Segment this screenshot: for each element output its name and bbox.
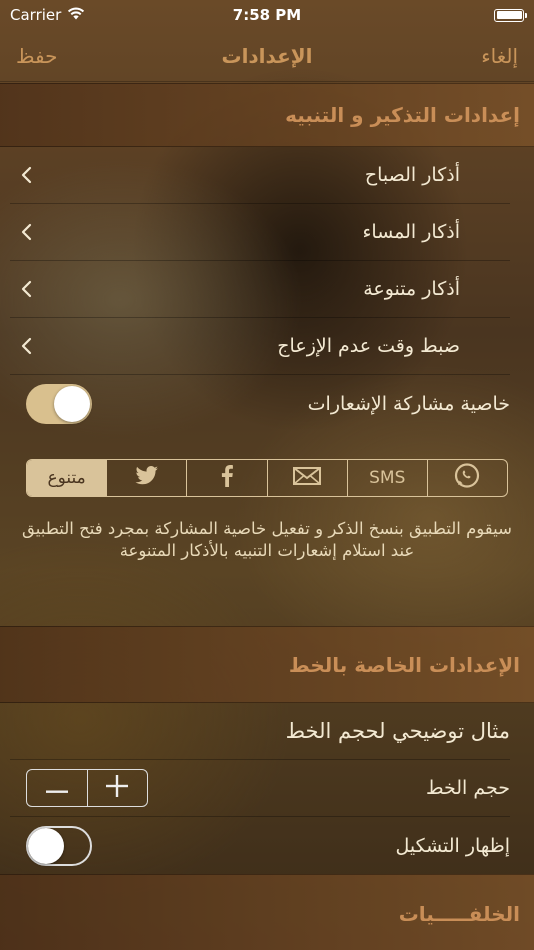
page-title: الإعدادات (221, 43, 313, 68)
row-label: أذكار متنوعة (363, 278, 460, 300)
section-header-label: إعدادات التذكير و التنبيه (285, 103, 520, 127)
wifi-icon (67, 6, 85, 24)
minus-icon (45, 779, 68, 798)
share-notifications-toggle[interactable] (26, 383, 92, 424)
toggle-knob (28, 827, 64, 864)
segment-various-label: متنوع (47, 468, 86, 488)
chevron-left-icon (14, 337, 38, 355)
facebook-icon (220, 464, 234, 492)
share-info-text: سيقوم التطبيق بنسخ الذكر و تفعيل خاصية ا… (22, 519, 512, 560)
font-sample-text: مثال توضيحي لحجم الخط (285, 719, 510, 743)
row-morning-adhkar[interactable]: أذكار الصباح (10, 147, 510, 204)
navigation-bar: حفظ الإعدادات إلغاء (0, 30, 534, 82)
status-bar: Carrier 7:58 PM (0, 0, 534, 30)
segment-sms-label: SMS (369, 468, 406, 488)
section-header-label: الخلفـــــيات (398, 902, 520, 926)
section-header-font: الإعدادات الخاصة بالخط (0, 626, 534, 703)
status-left: Carrier (10, 6, 85, 24)
chevron-left-icon (14, 280, 38, 298)
segment-mail[interactable] (268, 460, 348, 496)
row-label: ضبط وقت عدم الإزعاج (277, 335, 460, 357)
segment-whatsapp[interactable] (428, 460, 507, 496)
row-label: أذكار الصباح (364, 164, 460, 186)
font-size-stepper (26, 769, 148, 807)
show-diacritics-label: إظهار التشكيل (395, 834, 510, 857)
section-header-label: الإعدادات الخاصة بالخط (288, 652, 520, 677)
segment-facebook[interactable] (187, 460, 268, 496)
row-do-not-disturb[interactable]: ضبط وقت عدم الإزعاج (10, 318, 510, 375)
share-notifications-label: خاصية مشاركة الإشعارات (307, 392, 510, 415)
row-show-diacritics: إظهار التشكيل (10, 817, 510, 874)
whatsapp-icon (453, 462, 481, 495)
twitter-icon (135, 465, 159, 491)
cancel-button[interactable]: إلغاء (481, 44, 518, 68)
segment-twitter[interactable] (107, 460, 188, 496)
chevron-left-icon (14, 223, 38, 241)
row-label: أذكار المساء (362, 221, 460, 243)
plus-icon (106, 775, 129, 801)
battery-icon (494, 8, 527, 22)
section-header-backgrounds: الخلفـــــيات (0, 874, 534, 950)
segment-various[interactable]: متنوع (27, 460, 108, 496)
segment-sms[interactable]: SMS (348, 460, 428, 496)
show-diacritics-toggle[interactable] (26, 825, 92, 866)
carrier-label: Carrier (10, 6, 62, 24)
row-share-notifications: خاصية مشاركة الإشعارات (10, 375, 510, 432)
toggle-knob (54, 385, 90, 422)
mail-icon (293, 466, 322, 490)
row-font-sample: مثال توضيحي لحجم الخط (10, 703, 510, 760)
section-header-reminders: إعدادات التذكير و التنبيه (0, 83, 534, 147)
decrease-font-button[interactable] (27, 770, 88, 806)
save-button[interactable]: حفظ (16, 44, 57, 68)
font-size-label: حجم الخط (425, 777, 510, 799)
row-various-adhkar[interactable]: أذكار متنوعة (10, 261, 510, 318)
share-target-segmented-control: متنوع SMS (26, 459, 508, 497)
row-evening-adhkar[interactable]: أذكار المساء (10, 204, 510, 261)
increase-font-button[interactable] (88, 770, 148, 806)
chevron-left-icon (14, 166, 38, 184)
